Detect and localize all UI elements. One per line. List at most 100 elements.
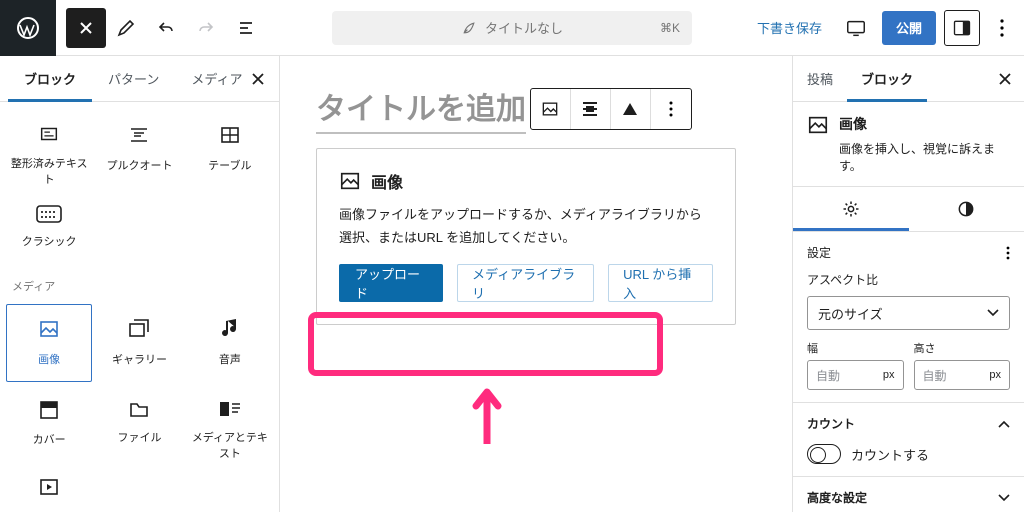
- media-section-label: メディア: [0, 270, 279, 296]
- annotation-arrow-icon: [470, 384, 504, 444]
- block-media-text[interactable]: メディアとテキスト: [187, 386, 273, 464]
- editor-canvas[interactable]: タイトルを追加: [280, 56, 792, 512]
- save-draft-link[interactable]: 下書き保存: [749, 12, 830, 43]
- tab-post[interactable]: 投稿: [793, 56, 847, 102]
- wordpress-logo[interactable]: [0, 0, 56, 56]
- width-placeholder: 自動: [816, 367, 840, 384]
- settings-tabs: 投稿 ブロック: [793, 56, 1024, 102]
- close-editor-button[interactable]: [66, 8, 106, 48]
- edit-tool-icon[interactable]: [106, 8, 146, 48]
- chevron-down-icon: [987, 309, 999, 317]
- toolbar-more-icon[interactable]: [651, 89, 691, 129]
- preformatted-icon: [37, 123, 61, 145]
- width-label: 幅: [807, 340, 904, 356]
- block-preformatted[interactable]: 整形済みテキスト: [6, 110, 92, 188]
- inserter-close-icon[interactable]: [245, 66, 271, 92]
- image-icon: [339, 170, 361, 192]
- block-label: ファイル: [117, 429, 161, 445]
- toolbar-align-icon[interactable]: [571, 89, 611, 129]
- settings-panel-toggle[interactable]: [944, 10, 980, 46]
- block-label: クラシック: [22, 233, 77, 249]
- image-block-placeholder: 画像 画像ファイルをアップロードするか、メディアライブラリから選択、またはURL…: [316, 148, 736, 325]
- block-label: ギャラリー: [112, 351, 167, 367]
- image-block-heading: 画像: [371, 169, 403, 193]
- audio-icon: [220, 317, 240, 341]
- document-title-bar[interactable]: タイトルなし ⌘K: [332, 11, 692, 45]
- post-title-input[interactable]: タイトルを追加: [316, 84, 526, 134]
- toolbar-caption-icon[interactable]: [611, 89, 651, 129]
- tab-blocks[interactable]: ブロック: [8, 56, 92, 102]
- redo-icon: [186, 8, 226, 48]
- classic-icon: [36, 205, 62, 223]
- command-palette-hint: ⌘K: [660, 21, 680, 35]
- block-gallery[interactable]: ギャラリー: [96, 304, 182, 382]
- block-label: カバー: [33, 431, 66, 447]
- aspect-ratio-value: 元のサイズ: [818, 304, 883, 323]
- more-menu-icon[interactable]: [988, 10, 1016, 46]
- subtab-settings-icon[interactable]: [793, 187, 909, 231]
- height-input[interactable]: 自動 px: [914, 360, 1011, 390]
- editor-top-bar: タイトルなし ⌘K 下書き保存 公開: [0, 0, 1024, 56]
- pullquote-icon: [127, 123, 151, 147]
- tab-patterns[interactable]: パターン: [92, 56, 175, 102]
- chevron-up-icon[interactable]: [998, 420, 1010, 428]
- image-icon: [37, 317, 61, 341]
- block-hint: 画像を挿入し、視覚に訴えます。: [839, 140, 1010, 174]
- toolbar-block-type-icon[interactable]: [531, 89, 571, 129]
- aspect-ratio-select[interactable]: 元のサイズ: [807, 296, 1010, 330]
- width-input[interactable]: 自動 px: [807, 360, 904, 390]
- block-label: プルクオート: [106, 157, 172, 173]
- block-video[interactable]: [6, 468, 92, 508]
- title-quill-icon: [461, 20, 477, 36]
- block-label: テーブル: [208, 157, 251, 173]
- settings-subtabs: [793, 187, 1024, 232]
- preview-device-icon[interactable]: [838, 10, 874, 46]
- image-icon: [807, 114, 829, 136]
- block-name: 画像: [839, 114, 1010, 134]
- cover-icon: [38, 399, 60, 421]
- upload-button[interactable]: アップロード: [339, 264, 443, 302]
- block-label: メディアとテキスト: [188, 429, 272, 461]
- block-pullquote[interactable]: プルクオート: [96, 110, 182, 188]
- block-table[interactable]: テーブル: [187, 110, 273, 188]
- image-block-description: 画像ファイルをアップロードするか、メディアライブラリから選択、またはURL を追…: [339, 203, 713, 250]
- block-label: 画像: [38, 351, 60, 367]
- table-icon: [218, 123, 242, 147]
- count-toggle[interactable]: [807, 444, 841, 464]
- block-classic[interactable]: クラシック: [6, 192, 92, 270]
- gallery-icon: [127, 317, 151, 341]
- settings-sidebar: 投稿 ブロック 画像 画像を挿入し、視覚に訴えます。: [792, 56, 1024, 512]
- insert-from-url-button[interactable]: URL から挿入: [608, 264, 713, 302]
- tab-block[interactable]: ブロック: [847, 56, 927, 102]
- undo-icon[interactable]: [146, 8, 186, 48]
- advanced-panel[interactable]: 高度な設定: [793, 477, 1024, 512]
- advanced-heading: 高度な設定: [807, 489, 867, 506]
- block-toolbar: [530, 88, 692, 130]
- block-label: 音声: [219, 351, 241, 367]
- media-blocks-grid: 画像 ギャラリー 音声 カバー ファイル メディアとテキスト: [0, 296, 279, 508]
- image-block-actions: アップロード メディアライブラリ URL から挿入: [339, 264, 713, 302]
- block-image[interactable]: 画像: [6, 304, 92, 382]
- settings-close-icon[interactable]: [992, 66, 1018, 92]
- block-file[interactable]: ファイル: [96, 386, 182, 464]
- block-audio[interactable]: 音声: [187, 304, 273, 382]
- count-heading: カウント: [807, 415, 855, 432]
- aspect-ratio-label: アスペクト比: [807, 271, 1010, 288]
- chevron-down-icon: [998, 494, 1010, 502]
- media-library-button[interactable]: メディアライブラリ: [457, 264, 594, 302]
- settings-panel: 設定 アスペクト比 元のサイズ 幅 自動 px 高さ: [793, 232, 1024, 403]
- video-icon: [37, 475, 61, 499]
- document-title: タイトルなし: [485, 18, 563, 37]
- text-blocks-grid: 整形済みテキスト プルクオート テーブル クラシック: [0, 102, 279, 270]
- panel-menu-icon[interactable]: [1006, 246, 1010, 260]
- settings-heading: 設定: [807, 244, 831, 261]
- block-card: 画像 画像を挿入し、視覚に訴えます。: [793, 102, 1024, 187]
- height-unit: px: [989, 369, 1001, 381]
- block-cover[interactable]: カバー: [6, 386, 92, 464]
- height-placeholder: 自動: [923, 367, 947, 384]
- publish-button[interactable]: 公開: [882, 11, 936, 45]
- inserter-tabs: ブロック パターン メディア: [0, 56, 279, 102]
- media-text-icon: [218, 399, 242, 419]
- subtab-styles-icon[interactable]: [909, 187, 1024, 231]
- document-outline-icon[interactable]: [226, 8, 266, 48]
